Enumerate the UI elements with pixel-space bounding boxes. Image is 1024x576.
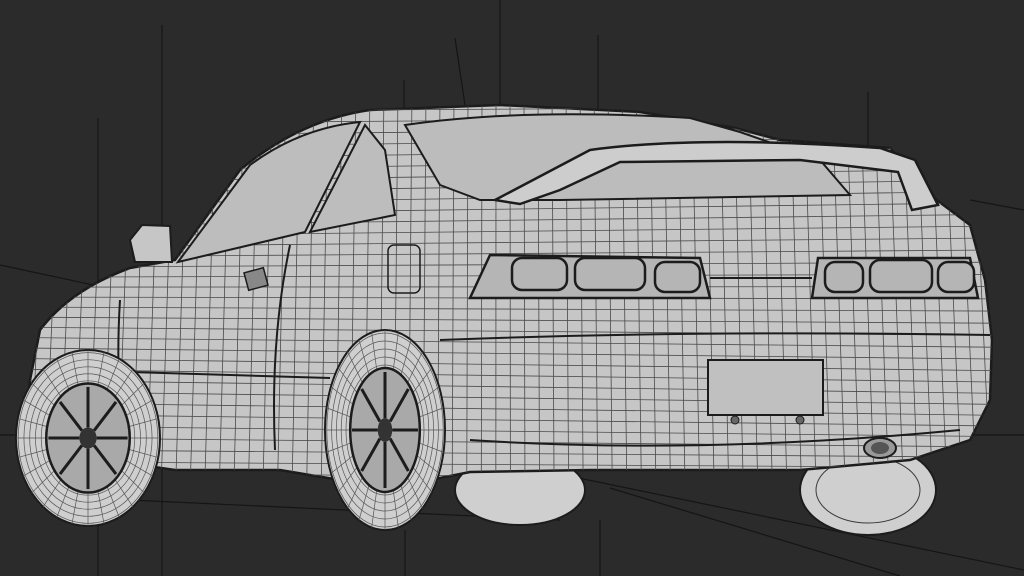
tail-light-left	[468, 253, 712, 300]
wheel-front-left	[15, 349, 161, 527]
tail-light-right	[810, 256, 980, 300]
wheel-rear-left	[324, 329, 446, 531]
exhaust-pipe	[863, 437, 897, 459]
wireframe-car-render	[0, 0, 1024, 576]
side-mirror	[128, 223, 174, 263]
3d-viewport[interactable]	[0, 0, 1024, 576]
license-plate	[707, 359, 824, 425]
